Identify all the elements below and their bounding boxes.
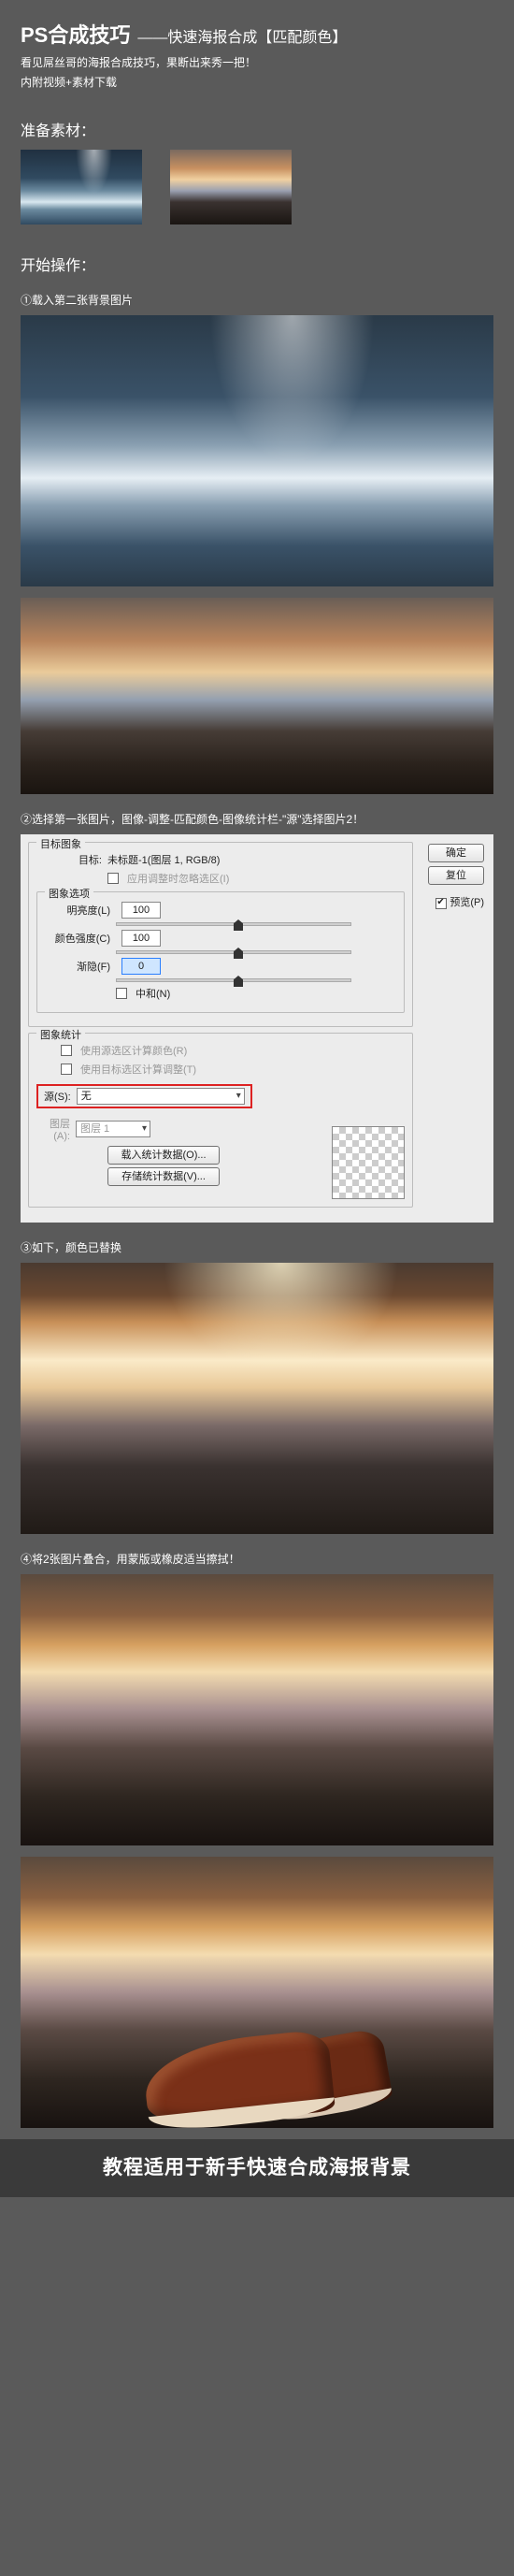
fade-slider[interactable] <box>116 978 351 982</box>
section-start: 开始操作： <box>21 253 493 275</box>
step-4-image-b <box>21 1857 493 2128</box>
title-sub: ——快速海报合成【匹配颜色】 <box>137 24 347 47</box>
step-1-image-a <box>21 315 493 586</box>
checkbox-icon <box>61 1064 72 1075</box>
options-group-label: 图象选项 <box>45 886 93 901</box>
luminance-input[interactable]: 100 <box>121 902 161 919</box>
source-select[interactable]: 无 <box>77 1088 245 1105</box>
checkbox-icon <box>116 988 127 999</box>
step-3-image <box>21 1263 493 1534</box>
step-2-text: ②选择第一张图片，图像-调整-匹配颜色-图像统计栏-"源"选择图片2！ <box>21 811 493 827</box>
step-4-image-a <box>21 1574 493 1845</box>
step-1-image-b <box>21 598 493 794</box>
target-label: 目标: <box>36 852 102 867</box>
fade-input[interactable]: 0 <box>121 958 161 975</box>
preview-label: 预览(P) <box>450 897 484 908</box>
target-value: 未标题-1(图层 1, RGB/8) <box>107 852 220 867</box>
title-main: PS合成技巧 <box>21 19 130 49</box>
target-group-label: 目标图象 <box>36 836 85 851</box>
step-4-text: ④将2张图片叠合，用蒙版或橡皮适当擦拭！ <box>21 1551 493 1567</box>
neutralize-checkbox[interactable]: 中和(N) <box>136 986 170 1001</box>
cancel-button[interactable]: 复位 <box>428 866 484 885</box>
luminance-slider[interactable] <box>116 922 351 926</box>
use-sel-src: 使用源选区计算颜色(R) <box>80 1043 187 1058</box>
luminance-label: 明亮度(L) <box>45 903 110 918</box>
color-intensity-slider[interactable] <box>116 950 351 954</box>
section-prepare: 准备素材： <box>21 118 493 140</box>
subnote-text: 内附视频+素材下载 <box>21 74 493 90</box>
load-stats-button[interactable]: 载入统计数据(O)... <box>107 1146 220 1165</box>
material-thumb-1 <box>21 150 142 224</box>
color-intensity-label: 颜色强度(C) <box>45 931 110 946</box>
layer-label: 图层(A): <box>36 1116 70 1142</box>
apply-adj-checkbox: 应用调整时忽略选区(I) <box>127 871 229 886</box>
use-sel-tgt: 使用目标选区计算调整(T) <box>80 1062 196 1077</box>
product-shoe <box>136 2008 378 2120</box>
intro-text: 看见屌丝哥的海报合成技巧，果断出来秀一把！ <box>21 54 493 70</box>
preview-checkbox[interactable]: 预览(P) <box>435 894 484 909</box>
sample-swatch <box>332 1126 405 1199</box>
footer-text: 教程适用于新手快速合成海报背景 <box>0 2139 514 2197</box>
step-3-text: ③如下，颜色已替换 <box>21 1239 493 1255</box>
material-thumb-2 <box>170 150 292 224</box>
checkbox-icon <box>107 873 119 884</box>
step-1-text: ①载入第二张背景图片 <box>21 292 493 308</box>
color-intensity-input[interactable]: 100 <box>121 930 161 947</box>
ok-button[interactable]: 确定 <box>428 844 484 862</box>
fade-label: 渐隐(F) <box>45 959 110 974</box>
stats-group-label: 图象统计 <box>36 1027 85 1042</box>
checkbox-icon <box>435 898 447 909</box>
layer-select: 图层 1 <box>76 1121 150 1137</box>
match-color-dialog: 确定 复位 预览(P) 目标图象 目标: 未标题-1(图层 1, RGB/8) … <box>21 834 493 1223</box>
page-title: PS合成技巧 ——快速海报合成【匹配颜色】 <box>21 19 493 49</box>
source-highlight: 源(S): 无 <box>36 1084 252 1108</box>
checkbox-icon <box>61 1045 72 1056</box>
save-stats-button[interactable]: 存储统计数据(V)... <box>107 1167 220 1186</box>
source-label: 源(S): <box>44 1089 71 1104</box>
